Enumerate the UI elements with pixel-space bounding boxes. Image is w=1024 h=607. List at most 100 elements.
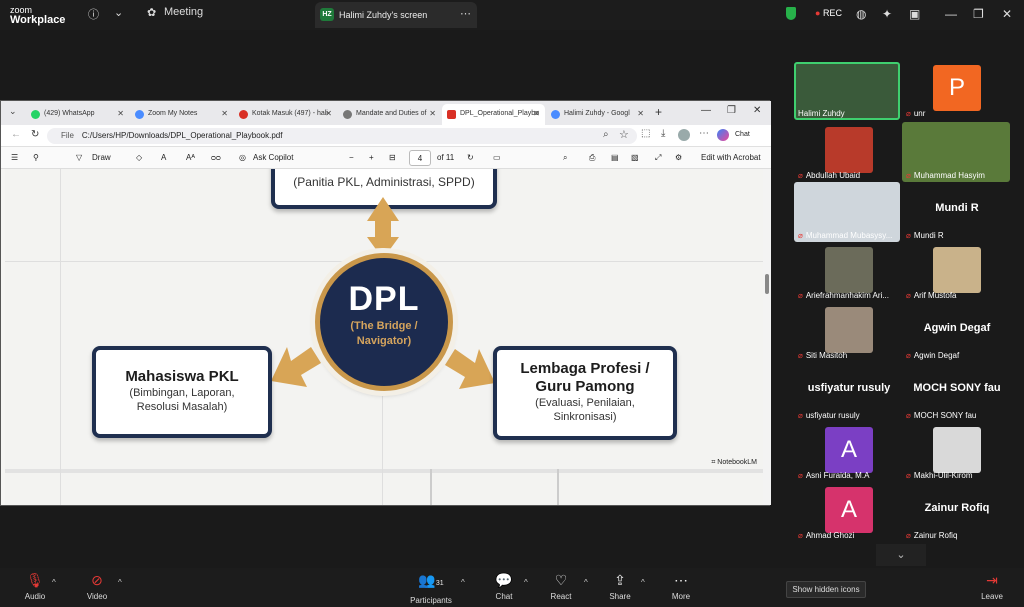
participant-tile[interactable]: Halimi Zuhdy [794, 60, 904, 120]
security-shield-icon[interactable] [786, 7, 796, 20]
participant-tile[interactable]: ⌀ Muhammad Mubasysy... [794, 182, 904, 242]
refresh-icon[interactable]: ↻ [31, 129, 39, 140]
close-tab-icon[interactable]: ✕ [325, 109, 332, 118]
close-tab-icon[interactable]: ✕ [117, 109, 124, 118]
restore-icon[interactable]: ❐ [973, 7, 984, 21]
browser-chat-label[interactable]: Chat [735, 131, 750, 138]
close-tab-icon[interactable]: ✕ [221, 109, 228, 118]
save-as-icon[interactable]: ▧ [631, 153, 639, 162]
participant-tile[interactable]: ⌀ Arif Mustofa [902, 242, 1012, 302]
participant-tile[interactable]: ⌀ Siti Masitoh [794, 302, 904, 362]
tab-google[interactable]: Halimi Zuhdy - Googl ✕ [546, 104, 649, 125]
zoom-search-icon[interactable]: ⌕ [603, 129, 609, 140]
text-icon[interactable]: A [161, 153, 166, 162]
fit-page-icon[interactable]: ⊟ [389, 153, 396, 162]
react-options-icon[interactable]: ^ [584, 578, 588, 587]
participants-options-icon[interactable]: ^ [461, 578, 465, 587]
participant-tile[interactable]: A ⌀ Ahmad Ghozi [794, 482, 904, 542]
close-tab-icon[interactable]: ✕ [429, 109, 436, 118]
participants-button[interactable]: 👥31 Participants [406, 572, 456, 605]
zoom-in-button[interactable]: + [369, 153, 374, 162]
settings-icon[interactable]: ⚙ [675, 153, 682, 162]
recording-indicator[interactable]: ● REC [815, 8, 842, 18]
read-aloud-icon[interactable]: Aᴬ [186, 153, 195, 162]
chat-options-icon[interactable]: ^ [524, 578, 528, 587]
favorite-star-icon[interactable]: ☆ [619, 128, 629, 141]
close-icon[interactable]: ✕ [1002, 7, 1012, 21]
window-minimize-icon[interactable]: — [701, 105, 711, 116]
watermark-text: NotebookLM [717, 459, 757, 466]
pdf-scrollbar[interactable] [763, 169, 771, 505]
draw-button[interactable]: Draw [92, 153, 111, 162]
share-button[interactable]: ⇪ Share [606, 572, 634, 601]
audio-button[interactable]: 🎙 Audio [22, 572, 48, 601]
tab-whatsapp[interactable]: (429) WhatsApp ✕ [26, 104, 129, 125]
participant-tile[interactable]: Agwin Degaf ⌀ Agwin Degaf [902, 302, 1012, 362]
leave-button[interactable]: ⇥ Leave [978, 572, 1006, 601]
participant-tile[interactable]: Mundi R ⌀ Mundi R [902, 182, 1012, 242]
scroll-gallery-down-button[interactable]: ⌄ [876, 544, 926, 566]
rotate-icon[interactable]: ↻ [467, 153, 474, 162]
audio-options-icon[interactable]: ^ [52, 578, 56, 587]
profile-avatar[interactable] [678, 129, 690, 141]
window-close-icon[interactable]: ✕ [753, 105, 761, 116]
copilot-small-icon[interactable]: ◎ [239, 153, 246, 162]
back-icon[interactable]: ← [11, 129, 21, 140]
tab-list-icon[interactable]: ⌄ [9, 106, 17, 117]
url-input[interactable]: File C:/Users/HP/Downloads/DPL_Operationa… [47, 128, 637, 144]
meeting-label[interactable]: Meeting [164, 6, 203, 18]
participant-tile[interactable]: A ⌀ Asni Furaida, M.A [794, 422, 904, 482]
participant-tile[interactable]: ⌀ Abdullah Ubaid [794, 122, 904, 182]
chevron-down-icon[interactable]: ⌄ [114, 6, 123, 19]
close-tab-icon[interactable]: ✕ [533, 109, 540, 118]
info-icon[interactable]: ⓘ [88, 6, 99, 22]
ai-companion-icon[interactable]: ✦ [882, 7, 892, 21]
more-button[interactable]: ⋯ More [666, 572, 696, 601]
file-label: File [61, 131, 74, 140]
video-options-icon[interactable]: ^ [118, 578, 122, 587]
participant-tile[interactable]: Zainur Rofiq ⌀ Zainur Rofiq [902, 482, 1012, 542]
close-tab-icon[interactable]: ✕ [637, 109, 644, 118]
participant-tile[interactable]: P ⌀ unr [902, 60, 1012, 120]
contents-icon[interactable]: ☰ [11, 153, 18, 162]
find-icon[interactable]: ⌕ [563, 153, 567, 163]
participant-tile[interactable]: usfiyatur rusuly ⌀ usfiyatur rusuly [794, 362, 904, 422]
fullscreen-icon[interactable]: ⤢ [655, 153, 661, 163]
share-options-icon[interactable]: ^ [641, 578, 645, 587]
video-button[interactable]: ⊘ Video [84, 572, 110, 601]
chat-button[interactable]: 💬 Chat [490, 572, 518, 601]
layout-icon[interactable]: ▣ [909, 7, 920, 21]
transcript-icon[interactable]: ◍ [856, 7, 866, 21]
page-view-icon[interactable]: ▭ [493, 153, 501, 162]
copilot-icon[interactable] [717, 129, 729, 141]
menu-dots-icon[interactable]: ⋯ [699, 128, 709, 139]
minimize-icon[interactable]: — [945, 7, 957, 21]
participant-tile[interactable]: ⌀ Ariefrahmanhakim Ari... [794, 242, 904, 302]
immersive-reader-icon[interactable]: ᴑᴑ [211, 153, 221, 162]
eraser-icon[interactable]: ◇ [136, 153, 142, 162]
save-icon[interactable]: ▤ [611, 153, 619, 162]
window-restore-icon[interactable]: ❐ [727, 105, 736, 116]
new-tab-icon[interactable]: + [655, 105, 662, 119]
screen-share-tab[interactable]: HZ Halimi Zuhdy's screen ⋯ [315, 2, 477, 28]
filter-icon[interactable]: ⚲ [33, 153, 39, 162]
ask-copilot-button[interactable]: Ask Copilot [253, 153, 293, 162]
edit-with-acrobat-button[interactable]: Edit with Acrobat [701, 153, 761, 162]
participant-tile[interactable]: ⌀ Muhammad Hasyim [902, 122, 1012, 182]
participant-tile[interactable]: MOCH SONY fau ⌀ MOCH SONY fau [902, 362, 1012, 422]
tab-gmail[interactable]: Kotak Masuk (497) - hali ✕ [234, 104, 337, 125]
tab-mandate[interactable]: Mandate and Duties of ✕ [338, 104, 441, 125]
tab-pdf-active[interactable]: DPL_Operational_Playbo ✕ [442, 104, 545, 125]
tab-zoom-notes[interactable]: Zoom My Notes ✕ [130, 104, 233, 125]
collections-icon[interactable]: ⬚ [641, 128, 650, 139]
react-button[interactable]: ♡ React [546, 572, 576, 601]
more-icon[interactable]: ⋯ [460, 7, 471, 20]
downloads-icon[interactable]: ⤓ [661, 128, 665, 139]
paw-icon[interactable]: ✿ [147, 6, 156, 19]
draw-icon[interactable]: ▽ [76, 153, 82, 162]
print-icon[interactable]: ⎙ [589, 153, 595, 163]
scroll-thumb[interactable] [765, 274, 769, 294]
page-number-input[interactable]: 4 [409, 150, 431, 166]
zoom-out-button[interactable]: − [349, 153, 354, 162]
participant-tile[interactable]: ⌀ Makhi-Ulil-Kirom [902, 422, 1012, 482]
